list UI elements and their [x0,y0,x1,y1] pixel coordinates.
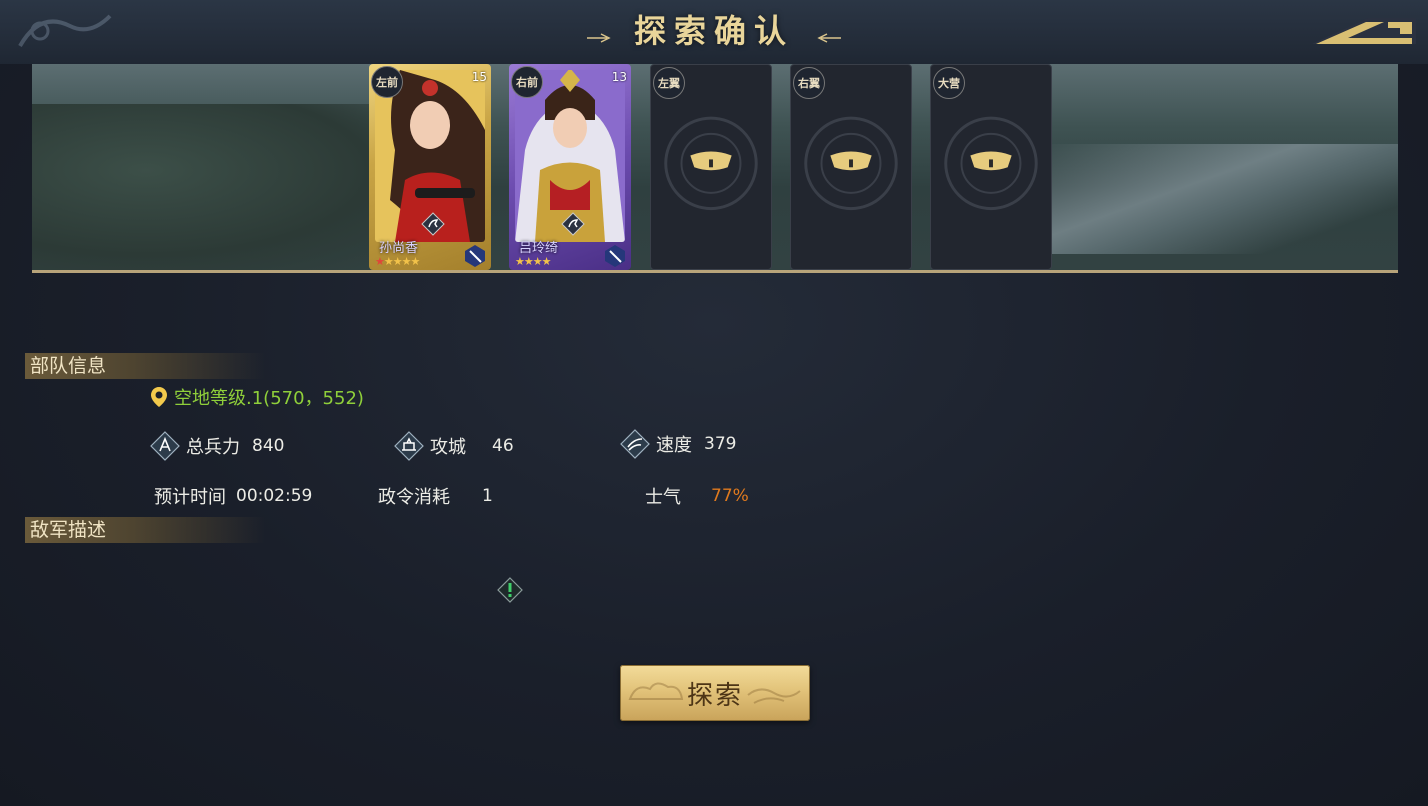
hero-stars: ★★★★ [515,255,551,268]
explore-button-label: 探索 [686,680,743,711]
total-troops-stat: 总兵力 840 [150,431,284,461]
siege-stat: 攻城 46 [394,431,514,461]
explore-button[interactable]: 探索 [620,665,810,721]
top-frame: 探索确认 [0,0,1428,64]
cloud-deco-icon [747,688,801,704]
hero-stars: ★★★★★ [375,255,420,268]
title-right-deco-icon [817,32,842,43]
banner-divider [32,270,1398,273]
position-badge: 右翼 [793,67,825,99]
total-troops-label: 总兵力 [186,437,240,458]
page-title: 探索确认 [633,12,794,50]
hero-level: 15 [471,70,487,84]
location-text: 空地等级.1(570，552) [174,388,364,409]
empty-slot-right-wing[interactable]: 右翼 [790,64,912,270]
warning-icon[interactable] [497,577,523,603]
position-badge: 左前 [371,66,403,98]
hero-card-right-front[interactable]: 右前 13 吕玲绮 ★★★★ [509,64,631,270]
position-badge: 大营 [933,67,965,99]
speed-stat: 速度 379 [620,429,736,459]
troop-info-header: 部队信息 [25,353,265,379]
cloud-deco-icon [628,682,684,700]
cavalry-icon [421,212,445,236]
weapon-icon [465,245,485,267]
order-cost-stat: 政令消耗 1 [378,483,493,509]
troops-icon [150,431,180,461]
total-troops-value: 840 [252,436,285,456]
empty-slot-camp[interactable]: 大营 [930,64,1052,270]
siege-label: 攻城 [430,437,466,458]
eta-stat: 预计时间 00:02:59 [154,483,312,509]
siege-icon [394,431,424,461]
hero-name: 吕玲绮 [519,241,559,256]
hero-card-left-front[interactable]: 左前 15 孙尚香 ★★★★★ [369,64,491,270]
back-arrow-icon[interactable] [1308,14,1420,50]
weapon-icon [605,245,625,267]
speed-value: 379 [704,434,737,454]
location-row[interactable]: 空地等级.1(570，552) [150,384,364,410]
empty-slot-left-wing[interactable]: 左翼 [650,64,772,270]
speed-icon [620,429,650,459]
enemy-info-header: 敌军描述 [25,517,265,543]
order-cost-value: 1 [482,486,493,506]
morale-value: 77% [711,486,749,506]
order-cost-label: 政令消耗 [378,487,450,508]
eta-label: 预计时间 [154,487,226,508]
location-pin-icon [151,387,167,407]
position-badge: 左翼 [653,67,685,99]
morale-stat: 士气 77% [645,483,749,509]
title-left-deco-icon [586,32,611,43]
hero-name: 孙尚香 [379,241,419,256]
morale-label: 士气 [645,487,681,508]
eta-value: 00:02:59 [236,486,313,506]
position-badge: 右前 [511,66,543,98]
cavalry-icon [561,212,585,236]
speed-label: 速度 [656,435,692,456]
siege-value: 46 [492,436,514,456]
hero-level: 13 [611,70,627,84]
